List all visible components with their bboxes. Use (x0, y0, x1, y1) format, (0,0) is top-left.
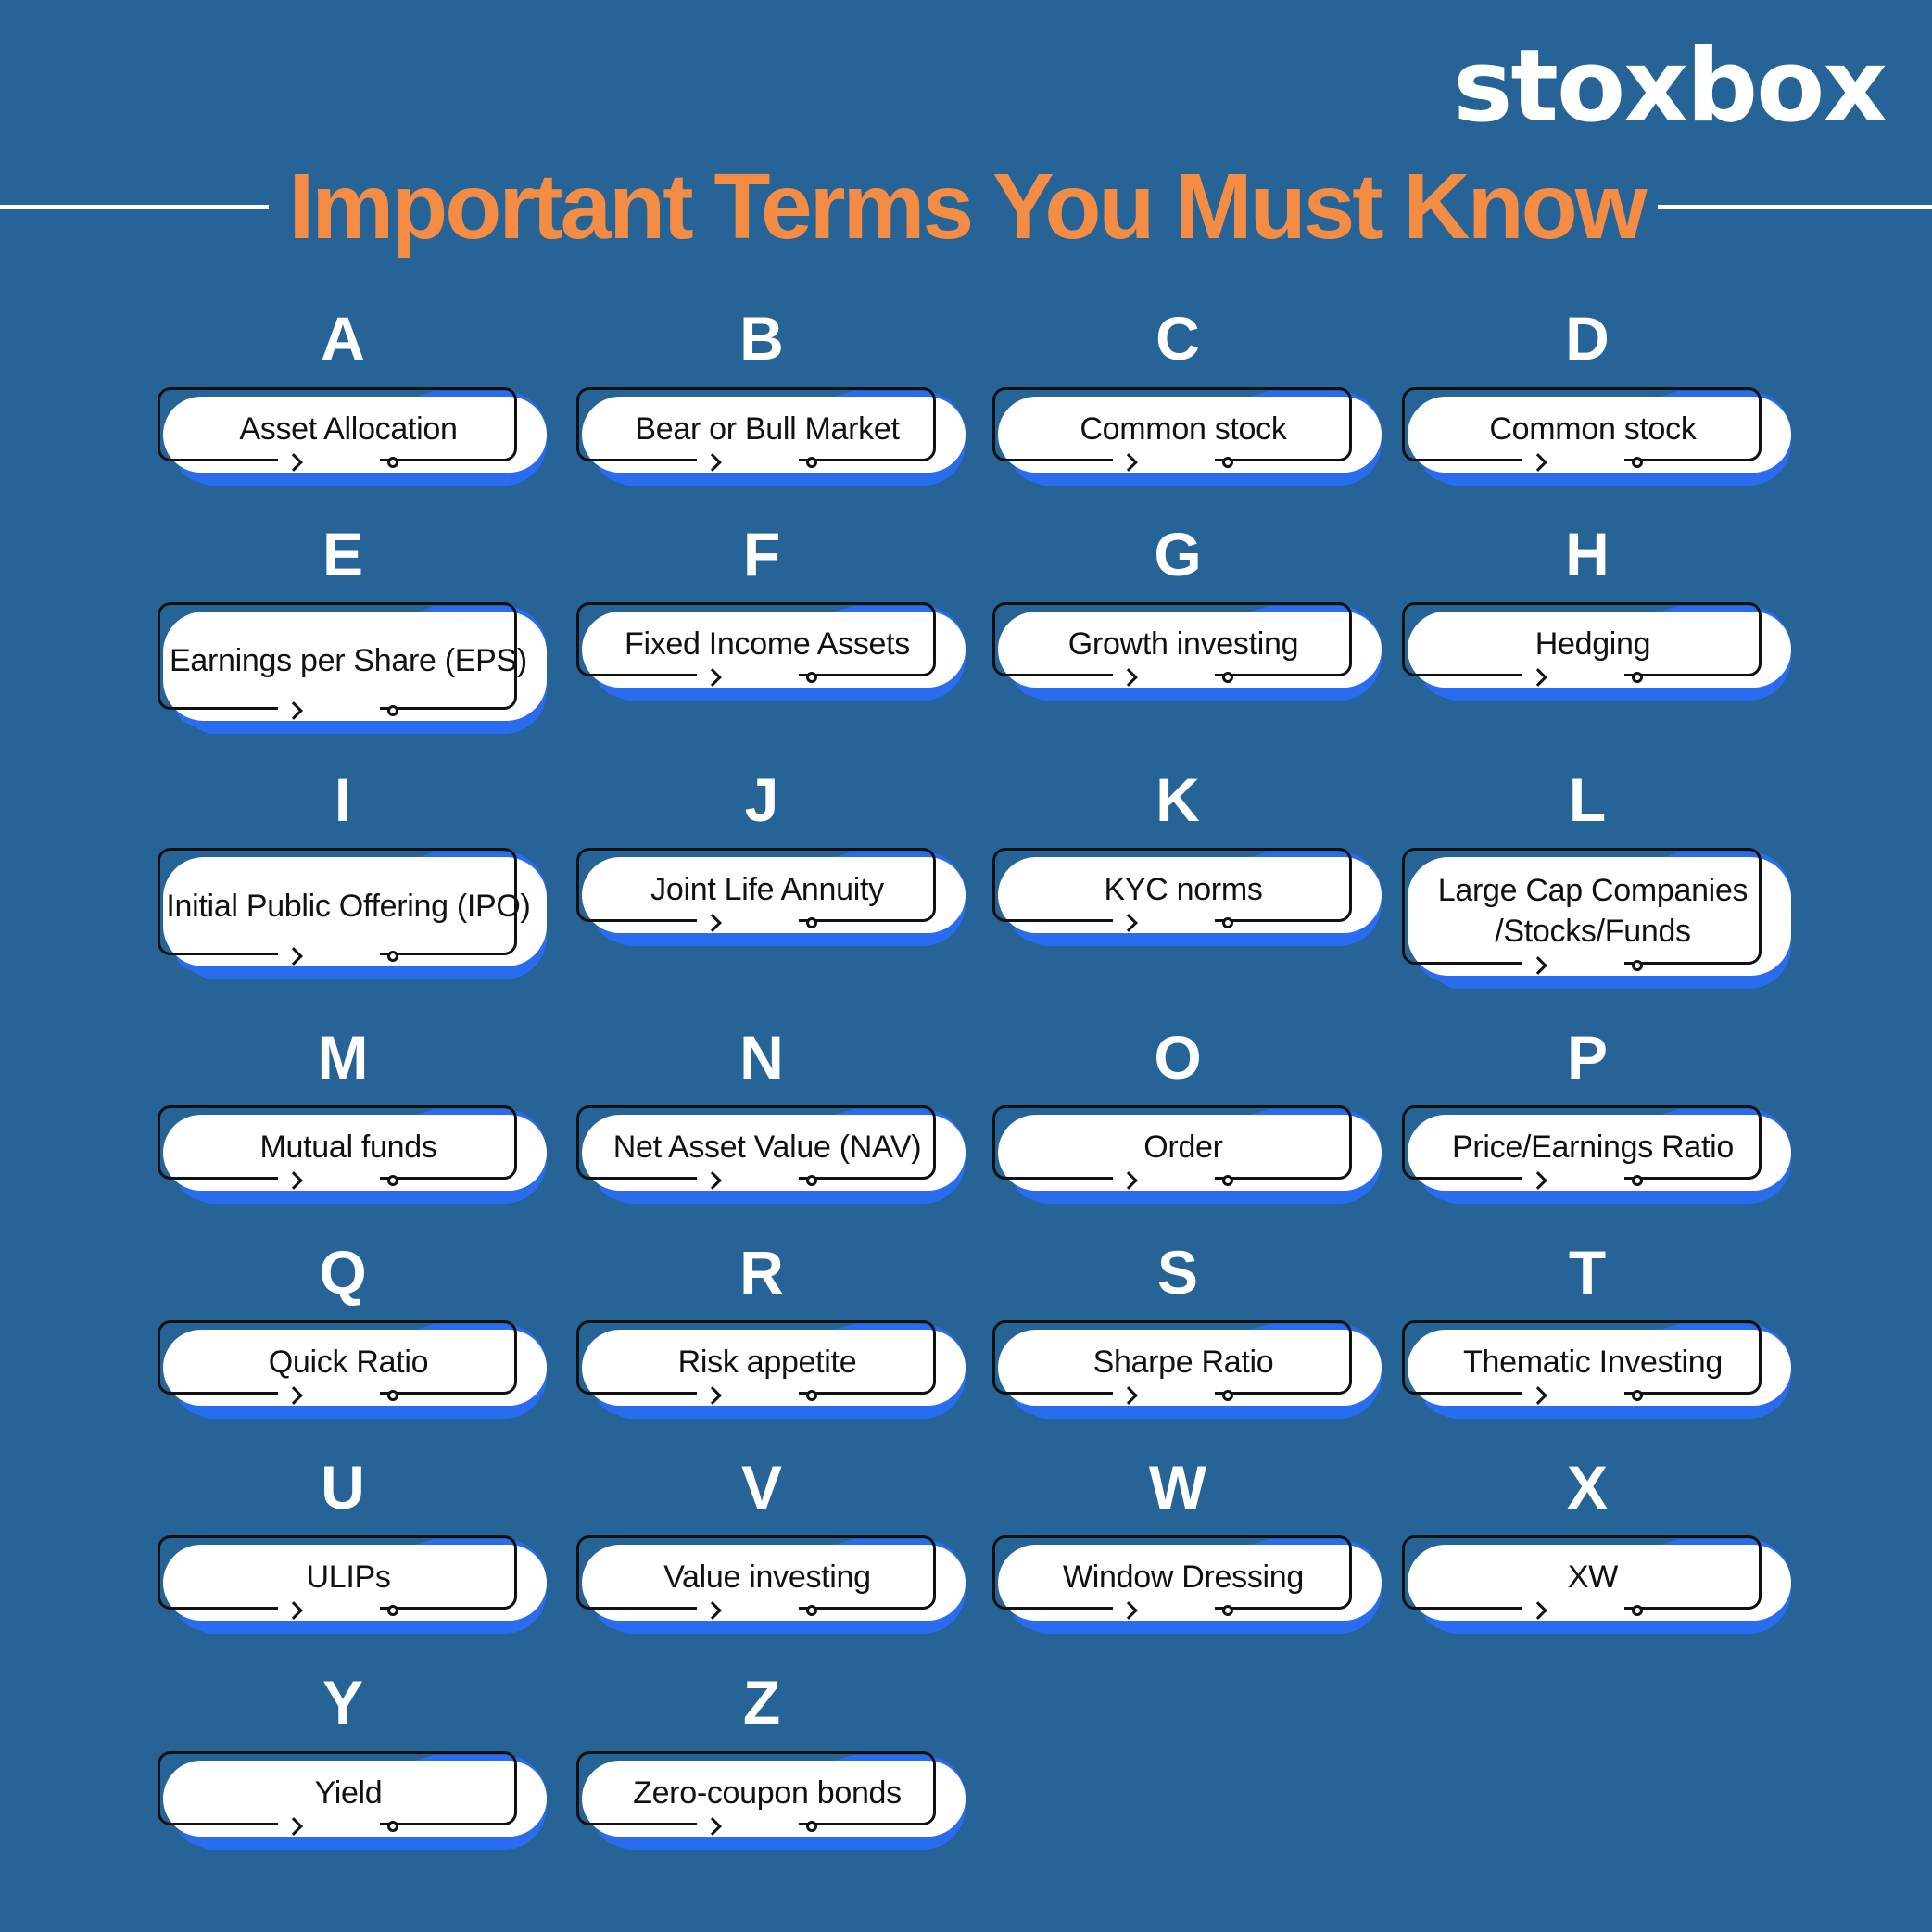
term-card: Common stock (992, 387, 1382, 486)
term-label: Common stock (1489, 411, 1697, 447)
term-card: Hedging (1402, 602, 1791, 701)
title-divider-right (1658, 205, 1932, 209)
term-label: Asset Allocation (239, 411, 458, 447)
term-card: Growth investing (992, 602, 1382, 701)
term-card: Large Cap Companies /Stocks/Funds (1402, 848, 1791, 989)
term-label: Price/Earnings Ratio (1452, 1130, 1734, 1165)
term-letter: S (1156, 1238, 1199, 1307)
term-card: XW (1402, 1535, 1791, 1634)
term-letter: Q (319, 1238, 367, 1307)
term-letter: R (739, 1238, 784, 1307)
term-letter: Z (742, 1668, 781, 1736)
term-letter: F (742, 520, 781, 588)
term-card: Order (992, 1105, 1382, 1204)
term-card: Yield (158, 1751, 547, 1850)
term-card: Initial Public Offering (IPO) (158, 848, 547, 979)
term-card: Window Dressing (992, 1535, 1382, 1634)
term-card: ULIPs (158, 1535, 547, 1634)
term-letter: L (1568, 765, 1607, 834)
term-letter: I (334, 765, 352, 834)
term-label: Yield (314, 1775, 383, 1811)
term-letter: Y (322, 1668, 364, 1736)
term-label: Quick Ratio (268, 1345, 429, 1380)
term-card: Bear or Bull Market (576, 387, 966, 486)
term-label: Hedging (1534, 626, 1651, 662)
term-label: Earnings per Share (EPS) (170, 643, 527, 678)
term-letter: H (1565, 520, 1610, 588)
term-letter: K (1155, 765, 1200, 834)
term-label: ULIPs (306, 1559, 391, 1595)
term-label: Value investing (663, 1559, 871, 1595)
term-card: Zero-coupon bonds (576, 1751, 966, 1850)
title-banner: Important Terms You Must Know (0, 156, 1932, 258)
term-card: Asset Allocation (158, 387, 547, 486)
term-card: Risk appetite (576, 1320, 966, 1419)
term-card: Mutual funds (158, 1105, 547, 1204)
term-label: Fixed Income Assets (625, 626, 910, 662)
term-label: Joint Life Annuity (650, 872, 884, 907)
term-letter: D (1565, 304, 1610, 373)
term-label: Growth investing (1067, 626, 1299, 662)
title-divider-left (0, 205, 269, 209)
term-label: Net Asset Value (NAV) (612, 1130, 922, 1165)
term-letter: V (740, 1453, 783, 1522)
term-card: Earnings per Share (EPS) (158, 602, 547, 734)
term-card: Price/Earnings Ratio (1402, 1105, 1791, 1204)
term-card: Joint Life Annuity (576, 848, 966, 946)
term-letter: C (1155, 304, 1200, 373)
term-letter: J (744, 765, 779, 834)
term-label: Window Dressing (1062, 1559, 1305, 1595)
term-letter: E (322, 520, 364, 588)
term-card: Sharpe Ratio (992, 1320, 1382, 1419)
stoxbox-logo: stoxbox (1453, 29, 1888, 145)
term-label: Sharpe Ratio (1092, 1345, 1274, 1380)
term-label: XW (1567, 1559, 1619, 1595)
term-card: Quick Ratio (158, 1320, 547, 1419)
term-card: Fixed Income Assets (576, 602, 966, 701)
term-letter: O (1154, 1023, 1202, 1092)
term-label: Order (1143, 1130, 1223, 1165)
term-label: Thematic Investing (1463, 1345, 1723, 1380)
term-letter: M (317, 1023, 369, 1092)
term-label: Bear or Bull Market (635, 411, 900, 447)
term-letter: P (1566, 1023, 1609, 1092)
term-letter: W (1148, 1453, 1207, 1522)
term-card: KYC norms (992, 848, 1382, 946)
term-card: Thematic Investing (1402, 1320, 1791, 1419)
term-label: Risk appetite (677, 1345, 857, 1380)
term-letter: T (1568, 1238, 1607, 1307)
term-letter: X (1566, 1453, 1609, 1522)
term-label: Large Cap Companies /Stocks/Funds (1437, 873, 1749, 949)
term-label: Mutual funds (259, 1130, 437, 1165)
term-label: Zero-coupon bonds (633, 1775, 902, 1811)
term-letter: G (1154, 520, 1202, 588)
term-label: Common stock (1080, 411, 1287, 447)
term-label: Initial Public Offering (IPO) (166, 889, 531, 924)
term-letter: B (739, 304, 784, 373)
term-card: Common stock (1402, 387, 1791, 486)
term-card: Value investing (576, 1535, 966, 1634)
term-label: KYC norms (1104, 872, 1263, 907)
page-title: Important Terms You Must Know (288, 155, 1647, 259)
term-letter: U (321, 1453, 365, 1522)
term-letter: A (321, 304, 365, 373)
term-letter: N (739, 1023, 784, 1092)
term-card: Net Asset Value (NAV) (576, 1105, 966, 1204)
